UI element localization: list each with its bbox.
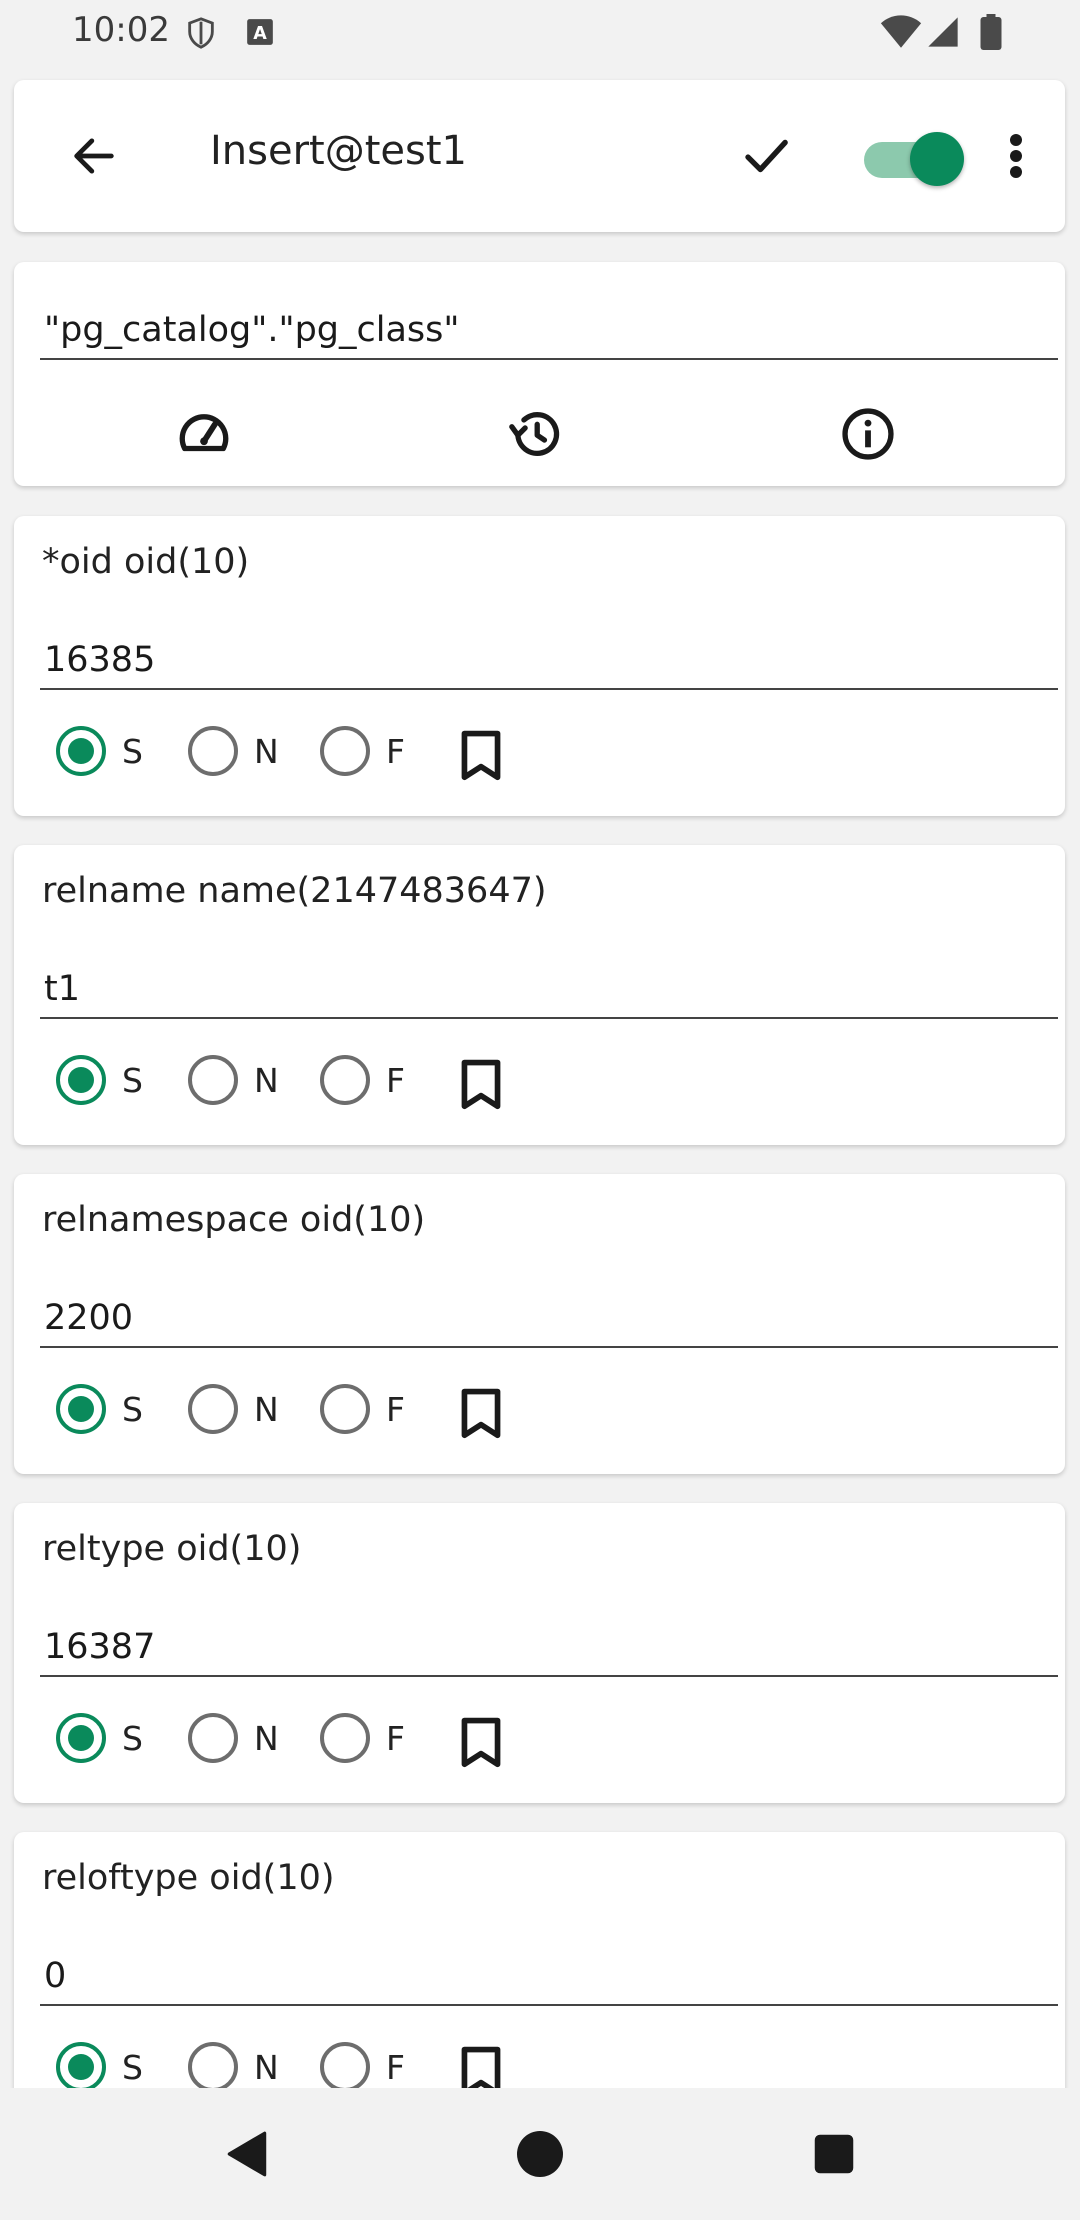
nav-recents-icon[interactable] <box>794 2114 874 2194</box>
null-mode-radio-group: S N F <box>56 1713 656 1773</box>
radio-label: N <box>254 1389 279 1429</box>
field-value-input[interactable] <box>40 632 1058 690</box>
radio-circle <box>188 1384 238 1434</box>
bookmark-icon[interactable] <box>458 1717 504 1773</box>
radio-s[interactable]: S <box>56 2042 143 2092</box>
radio-circle <box>56 726 106 776</box>
radio-f[interactable]: F <box>320 1713 405 1763</box>
field-card: relname name(2147483647) S N F <box>14 845 1065 1145</box>
field-value-input[interactable] <box>40 1619 1058 1677</box>
null-mode-radio-group: S N F <box>56 1384 656 1444</box>
back-arrow-icon[interactable] <box>58 120 130 192</box>
radio-n[interactable]: N <box>188 2042 279 2092</box>
field-value-input[interactable] <box>40 961 1058 1019</box>
radio-f[interactable]: F <box>320 726 405 776</box>
radio-n[interactable]: N <box>188 726 279 776</box>
radio-circle <box>188 1713 238 1763</box>
radio-label: N <box>254 2047 279 2087</box>
info-icon[interactable] <box>828 394 908 474</box>
status-bar: 10:02 A <box>0 0 1080 66</box>
radio-label: N <box>254 1060 279 1100</box>
field-card: reltype oid(10) S N F <box>14 1503 1065 1803</box>
field-label: *oid oid(10) <box>42 542 250 582</box>
radio-label: N <box>254 731 279 771</box>
shield-icon <box>184 14 218 56</box>
field-value-input[interactable] <box>40 1948 1058 2006</box>
bookmark-icon[interactable] <box>458 1388 504 1444</box>
field-card: relnamespace oid(10) S N F <box>14 1174 1065 1474</box>
radio-label: F <box>386 731 405 771</box>
radio-circle <box>320 726 370 776</box>
radio-n[interactable]: N <box>188 1713 279 1763</box>
table-name-input[interactable] <box>40 302 1058 360</box>
radio-circle <box>320 1713 370 1763</box>
radio-label: S <box>122 731 143 771</box>
wifi-icon <box>880 14 922 54</box>
radio-label: F <box>386 2047 405 2087</box>
radio-label: F <box>386 1060 405 1100</box>
radio-s[interactable]: S <box>56 1384 143 1434</box>
signal-icon <box>926 16 960 52</box>
nav-home-icon[interactable] <box>500 2114 580 2194</box>
check-icon[interactable] <box>730 120 802 192</box>
radio-label: S <box>122 2047 143 2087</box>
radio-label: S <box>122 1060 143 1100</box>
field-label: relname name(2147483647) <box>42 871 547 911</box>
bookmark-icon[interactable] <box>458 1059 504 1115</box>
nav-back-icon[interactable] <box>208 2114 288 2194</box>
toolbar: Insert@test1 <box>14 80 1065 232</box>
field-card: *oid oid(10) S N F <box>14 516 1065 816</box>
radio-s[interactable]: S <box>56 1713 143 1763</box>
null-mode-radio-group: S N F <box>56 1055 656 1115</box>
switch-thumb <box>910 132 964 186</box>
radio-n[interactable]: N <box>188 1384 279 1434</box>
field-label: reloftype oid(10) <box>42 1858 335 1898</box>
radio-circle <box>320 2042 370 2092</box>
speed-icon[interactable] <box>164 394 244 474</box>
radio-label: F <box>386 1389 405 1429</box>
radio-s[interactable]: S <box>56 1055 143 1105</box>
radio-circle <box>320 1384 370 1434</box>
radio-circle <box>188 1055 238 1105</box>
page-title: Insert@test1 <box>210 128 467 174</box>
field-label: relnamespace oid(10) <box>42 1200 426 1240</box>
radio-circle <box>188 2042 238 2092</box>
radio-circle <box>56 1713 106 1763</box>
keyboard-a-icon: A <box>246 18 274 50</box>
navigation-bar <box>0 2088 1080 2220</box>
toggle-switch[interactable] <box>858 132 984 186</box>
radio-label: S <box>122 1718 143 1758</box>
field-value-input[interactable] <box>40 1290 1058 1348</box>
svg-text:A: A <box>253 24 267 44</box>
radio-label: N <box>254 1718 279 1758</box>
radio-f[interactable]: F <box>320 2042 405 2092</box>
history-icon[interactable] <box>496 394 576 474</box>
radio-f[interactable]: F <box>320 1055 405 1105</box>
radio-circle <box>56 1055 106 1105</box>
radio-label: F <box>386 1718 405 1758</box>
radio-n[interactable]: N <box>188 1055 279 1105</box>
status-time: 10:02 <box>72 10 170 50</box>
radio-f[interactable]: F <box>320 1384 405 1434</box>
radio-label: S <box>122 1389 143 1429</box>
battery-icon <box>980 14 1002 54</box>
radio-circle <box>188 726 238 776</box>
radio-circle <box>320 1055 370 1105</box>
radio-circle <box>56 1384 106 1434</box>
bookmark-icon[interactable] <box>458 730 504 786</box>
null-mode-radio-group: S N F <box>56 726 656 786</box>
field-label: reltype oid(10) <box>42 1529 302 1569</box>
table-card <box>14 262 1065 486</box>
radio-circle <box>56 2042 106 2092</box>
radio-s[interactable]: S <box>56 726 143 776</box>
more-vert-icon[interactable] <box>988 120 1044 192</box>
field-card: reloftype oid(10) S N F <box>14 1832 1065 2132</box>
